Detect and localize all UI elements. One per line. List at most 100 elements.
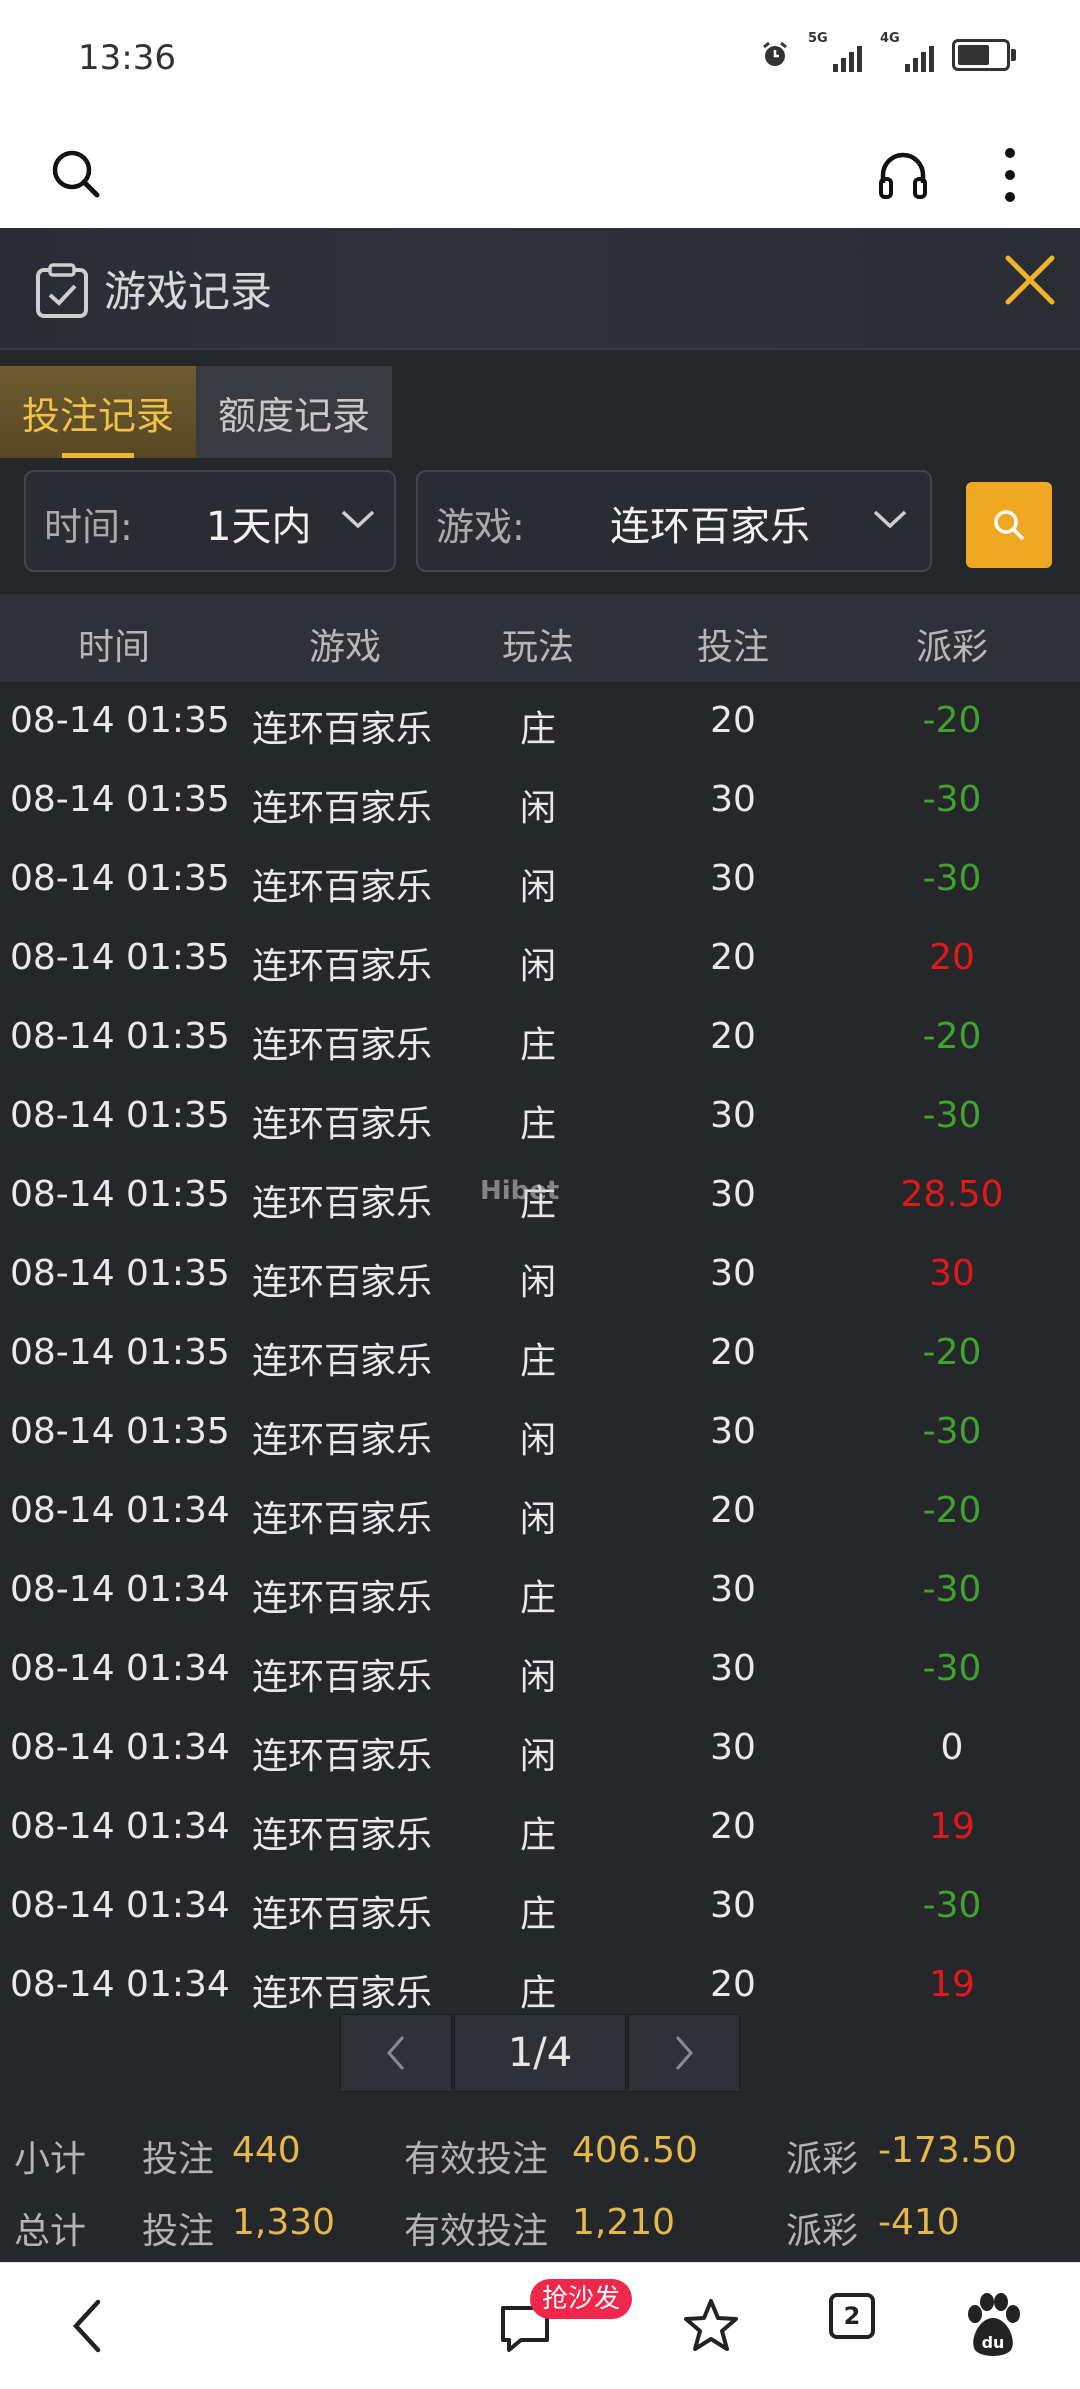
row-game: 连环百家乐 xyxy=(252,1341,433,1382)
row-time: 08-14 01:34 xyxy=(10,1490,230,1531)
row-bet: 20 xyxy=(710,1806,756,1847)
browser-toolbar xyxy=(0,120,1080,230)
row-payout: -30 xyxy=(922,1411,982,1452)
header-bet: 投注 xyxy=(696,627,770,668)
row-play: 闲 xyxy=(519,1499,557,1540)
headphones-icon[interactable] xyxy=(870,142,936,208)
row-play: 庄 xyxy=(519,1894,557,1935)
chevron-right-icon xyxy=(675,2036,693,2070)
row-bet: 30 xyxy=(710,1648,756,1689)
row-bet: 30 xyxy=(710,1411,756,1452)
total-valid-label: 有效投注 xyxy=(404,2211,549,2252)
more-vertical-icon[interactable] xyxy=(990,142,1030,208)
battery-icon xyxy=(952,39,1016,71)
baidu-paw-icon[interactable]: du xyxy=(958,2289,1028,2363)
row-payout: 19 xyxy=(929,1806,975,1847)
row-bet: 30 xyxy=(710,858,756,899)
row-payout: -30 xyxy=(922,1648,982,1689)
chevron-left-icon xyxy=(387,2036,405,2070)
subtotal-row: 小计 投注 440 有效投注 406.50 派彩 -173.50 xyxy=(0,2130,1080,2190)
next-page-button[interactable] xyxy=(628,2014,740,2092)
table-row: 08-14 01:35 连环百家乐 闲 30 -30 xyxy=(0,763,1080,842)
row-bet: 30 xyxy=(710,779,756,820)
row-payout: 28.50 xyxy=(900,1174,1004,1215)
time-filter-label: 时间: xyxy=(44,505,133,549)
row-game: 连环百家乐 xyxy=(252,1973,433,2014)
table-row: 08-14 01:35 连环百家乐 闲 30 30 xyxy=(0,1237,1080,1316)
status-time: 13:36 xyxy=(78,38,176,78)
row-bet: 20 xyxy=(710,700,756,741)
row-bet: 20 xyxy=(710,1332,756,1373)
watermark-logo: Hibet xyxy=(480,1176,560,1206)
row-play: 闲 xyxy=(519,946,557,987)
table-row: 08-14 01:34 连环百家乐 庄 30 -30 xyxy=(0,1869,1080,1948)
total-bet: 1,330 xyxy=(232,2202,336,2243)
row-payout: 0 xyxy=(940,1727,964,1768)
subtotal-bet: 440 xyxy=(232,2130,301,2171)
table-row: 08-14 01:35 连环百家乐 庄 30 -30 xyxy=(0,1079,1080,1158)
row-play: 庄 xyxy=(519,1973,557,2014)
search-icon[interactable] xyxy=(44,142,108,206)
row-payout: -30 xyxy=(922,1885,982,1926)
game-filter-select[interactable]: 游戏: 连环百家乐 xyxy=(416,470,932,572)
svg-text:du: du xyxy=(982,2333,1005,2352)
row-bet: 30 xyxy=(710,1174,756,1215)
row-payout: 20 xyxy=(929,937,975,978)
table-row: 08-14 01:35 连环百家乐 庄 20 -20 xyxy=(0,1000,1080,1079)
back-icon[interactable] xyxy=(62,2293,112,2359)
row-payout: -20 xyxy=(922,700,982,741)
row-payout: 19 xyxy=(929,1964,975,2005)
time-filter-select[interactable]: 时间: 1天内 xyxy=(24,470,396,572)
panel-title: 游戏记录 xyxy=(104,267,273,316)
game-filter-label: 游戏: xyxy=(436,505,525,549)
row-play: 闲 xyxy=(519,788,557,829)
row-play: 闲 xyxy=(519,1657,557,1698)
row-play: 庄 xyxy=(519,1578,557,1619)
row-payout: -30 xyxy=(922,1095,982,1136)
close-icon[interactable] xyxy=(1000,250,1060,310)
row-payout: -20 xyxy=(922,1490,982,1531)
records-table: 08-14 01:35 连环百家乐庄 20 -20 08-14 01:35 连环百家乐闲 3… xyxy=(0,684,1080,2027)
total-payout: -410 xyxy=(878,2202,960,2243)
status-icons: 5G 4G xyxy=(760,32,1016,74)
row-time: 08-14 01:34 xyxy=(10,1964,230,2005)
browser-bottom-bar: 抢沙发 2 du xyxy=(0,2262,1080,2389)
search-icon xyxy=(994,510,1024,540)
tabs-count-button[interactable]: 2 xyxy=(829,2293,875,2339)
star-icon[interactable] xyxy=(678,2293,744,2359)
row-time: 08-14 01:34 xyxy=(10,1885,230,1926)
row-bet: 20 xyxy=(710,1490,756,1531)
row-game: 连环百家乐 xyxy=(252,709,433,750)
row-time: 08-14 01:35 xyxy=(10,779,230,820)
row-bet: 20 xyxy=(710,1964,756,2005)
subtotal-payout-label: 派彩 xyxy=(786,2139,859,2180)
tab-bet-records[interactable]: 投注记录 xyxy=(0,366,196,458)
row-game: 连环百家乐 xyxy=(252,1578,433,1619)
total-row: 总计 投注 1,330 有效投注 1,210 派彩 -410 xyxy=(0,2202,1080,2262)
search-button[interactable] xyxy=(966,482,1052,568)
total-label: 总计 xyxy=(14,2211,87,2252)
subtotal-valid: 406.50 xyxy=(572,2130,698,2171)
row-payout: -20 xyxy=(922,1016,982,1057)
row-play: 庄 xyxy=(519,709,557,750)
table-row: 08-14 01:34 连环百家乐 闲 20 -20 xyxy=(0,1474,1080,1553)
row-time: 08-14 01:35 xyxy=(10,858,230,899)
subtotal-payout: -173.50 xyxy=(878,2130,1017,2171)
table-row: 08-14 01:34 连环百家乐 庄 20 19 xyxy=(0,1790,1080,1869)
tab-credit-records[interactable]: 额度记录 xyxy=(196,366,392,458)
row-payout: -20 xyxy=(922,1332,982,1373)
prev-page-button[interactable] xyxy=(340,2014,452,2092)
comment-badge: 抢沙发 xyxy=(530,2279,633,2319)
row-time: 08-14 01:35 xyxy=(10,1095,230,1136)
subtotal-valid-label: 有效投注 xyxy=(404,2139,549,2180)
table-row: 08-14 01:34 连环百家乐 闲 30 -30 xyxy=(0,1632,1080,1711)
game-filter-value: 连环百家乐 xyxy=(610,504,810,550)
table-row: 08-14 01:35 连环百家乐 闲 30 -30 xyxy=(0,1395,1080,1474)
row-play: 闲 xyxy=(519,1420,557,1461)
panel-header: 游戏记录 xyxy=(0,228,1080,350)
table-row: 08-14 01:35 连环百家乐 庄 20 -20 xyxy=(0,1316,1080,1395)
chevron-down-icon xyxy=(873,510,907,529)
pagination: 1/4 xyxy=(340,2014,740,2092)
row-game: 连环百家乐 xyxy=(252,1025,433,1066)
row-play: 庄 xyxy=(519,1025,557,1066)
